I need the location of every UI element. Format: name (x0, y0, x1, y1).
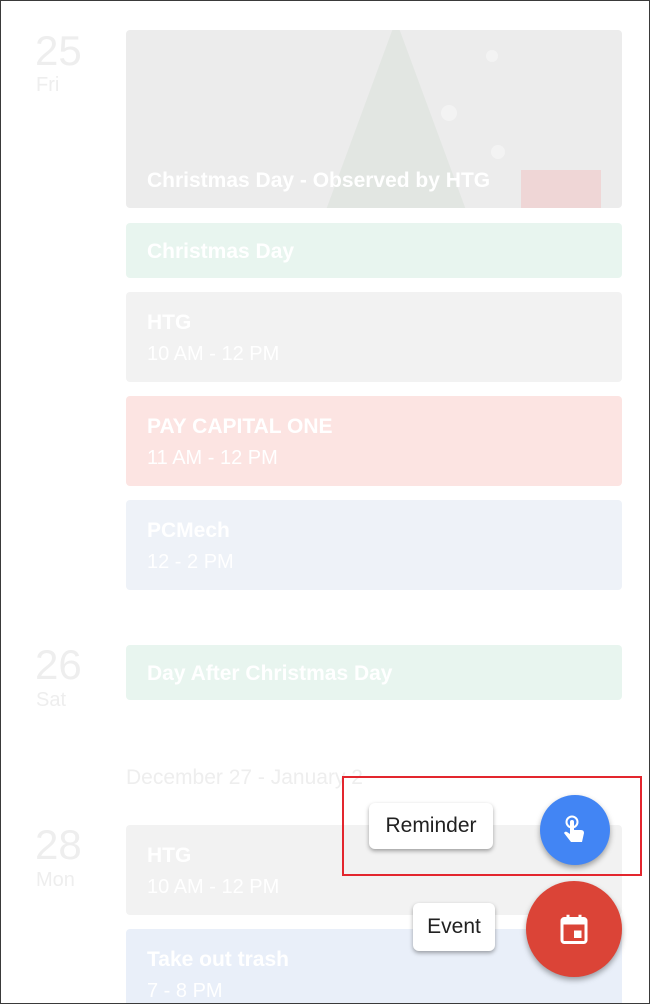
week-range-header: December 27 - January 2 (126, 766, 363, 789)
hand-touch-icon (564, 815, 584, 842)
ornament-illustration (441, 105, 457, 121)
gift-illustration (521, 170, 601, 208)
event-time: 7 - 8 PM (147, 980, 223, 1002)
reminder-fab-button[interactable] (540, 795, 610, 865)
day-name: Sat (36, 689, 67, 711)
event-title: Christmas Day - Observed by HTG (147, 169, 491, 192)
event-label: Event (427, 915, 481, 938)
reminder-label-button[interactable]: Reminder (369, 803, 493, 849)
event-title: Take out trash (147, 948, 289, 971)
event-title: PAY CAPITAL ONE (147, 415, 333, 438)
event-time: 10 AM - 12 PM (147, 876, 280, 898)
event-label-button[interactable]: Event (413, 903, 495, 951)
event-card-christmas-day[interactable]: Christmas Day (126, 223, 622, 278)
event-card-pay-capital-one[interactable]: PAY CAPITAL ONE 11 AM - 12 PM (126, 396, 622, 486)
event-fab-button[interactable] (526, 881, 622, 977)
reminder-label: Reminder (385, 814, 477, 837)
calendar-schedule-view: 25 Fri Christmas Day - Observed by HTG C… (0, 0, 650, 1004)
ornament-illustration (486, 50, 498, 62)
day-name: Mon (36, 869, 75, 891)
day-number: 26 (35, 641, 82, 688)
event-time: 10 AM - 12 PM (147, 343, 280, 365)
event-card-htg[interactable]: HTG 10 AM - 12 PM (126, 292, 622, 382)
day-number: 25 (35, 27, 82, 74)
event-title: HTG (147, 844, 192, 867)
day-name: Fri (36, 74, 60, 96)
event-time: 12 - 2 PM (147, 551, 234, 573)
event-time: 11 AM - 12 PM (147, 447, 278, 469)
event-card-pcmech[interactable]: PCMech 12 - 2 PM (126, 500, 622, 590)
ornament-illustration (491, 145, 505, 159)
event-title: PCMech (147, 519, 230, 542)
event-title: Day After Christmas Day (147, 662, 393, 685)
day-number: 28 (35, 821, 82, 868)
event-title: HTG (147, 311, 192, 334)
event-card-christmas-observed[interactable]: Christmas Day - Observed by HTG (126, 30, 622, 208)
calendar-icon (560, 914, 588, 944)
event-title: Christmas Day (147, 240, 295, 263)
event-card-day-after-christmas[interactable]: Day After Christmas Day (126, 645, 622, 700)
